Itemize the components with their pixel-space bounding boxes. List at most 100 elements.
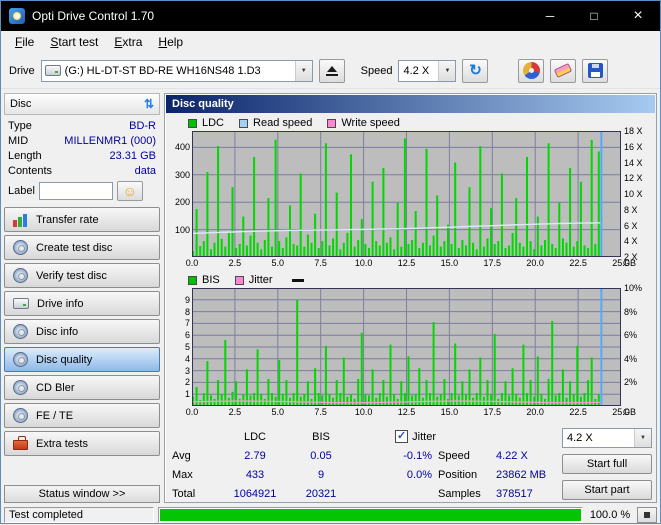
chart2-bar [490,394,493,406]
x-axis-tick: 17.5 [483,407,502,417]
save-button[interactable] [582,58,609,83]
chart1-svg [192,131,621,257]
status-window-button[interactable]: Status window >> [4,485,160,503]
chart2-bar [414,394,417,406]
disc-label-input[interactable] [38,182,113,200]
y-axis-tick: 1 [184,389,190,400]
chart1-bar [421,242,424,257]
chart2-bar [425,380,428,406]
start-part-button[interactable]: Start part [562,480,652,500]
toolbar: Drive (G:) HL-DT-ST BD-RE WH16NS48 1.D3 … [1,53,660,89]
maximize-button[interactable]: □ [572,1,616,31]
chart1-bar [536,216,539,257]
check-icon: ✓ [397,430,407,442]
refresh-icon: ↻ [469,62,482,79]
ldc-swatch [188,118,197,128]
chart2-bar [597,394,600,406]
close-button[interactable]: × [616,1,660,31]
max-bis-value: 9 [317,468,325,481]
chart1-bar [385,242,388,257]
speed-select[interactable]: 4.2 X ▼ [398,59,457,82]
erase-button[interactable] [550,58,577,83]
chart1-bar [274,139,277,257]
chart1-bar [371,181,374,257]
chart1-bar [231,187,234,257]
sidebar-button-disc-quality[interactable]: Disc quality [4,347,160,372]
sidebar-button-transfer-rate[interactable]: Transfer rate [4,207,160,232]
chart2-bar [558,393,561,406]
refresh-button[interactable]: ↻ [462,58,489,83]
sidebar-button-drive-info[interactable]: Drive info [4,291,160,316]
jitter-checkbox[interactable]: ✓ [395,430,409,443]
drive-select[interactable]: (G:) HL-DT-ST BD-RE WH16NS48 1.D3 ▼ [40,59,313,82]
disc-group-header: Disc ⇅ [4,93,160,115]
chart2-bar [339,393,342,406]
jitter-toggle[interactable]: ✓ Jitter [350,430,438,443]
minimize-button[interactable]: ─ [528,1,572,31]
chart2-bar [576,345,579,406]
chart1-bar [465,245,467,257]
sidebar-button-verify-test-disc[interactable]: Verify test disc [4,263,160,288]
bis-swatch [188,275,197,285]
chart1-bar [249,235,252,257]
chart2-bar [447,398,449,406]
avg-bis-value: 0.05 [310,449,332,462]
chart1-bar [235,248,238,257]
start-full-button[interactable]: Start full [562,454,652,474]
info-value: BD-R [129,120,156,132]
info-label: MID [8,135,29,147]
chart2-bar [224,339,227,406]
info-value-contents[interactable]: data [135,165,156,177]
chart2-plot [192,288,621,406]
sort-arrows-icon[interactable]: ⇅ [144,97,154,111]
eject-button[interactable] [318,58,345,83]
chart2-bar [220,394,223,406]
status-mini-button[interactable] [637,507,657,523]
chart1-bar [468,187,471,257]
chart2-bar [260,394,263,406]
sidebar-button-create-test-disc[interactable]: Create test disc [4,235,160,260]
max-jitter-value: 0.0% [406,468,432,481]
chart1-bar [256,242,259,257]
chart1-bar [457,248,460,257]
chart2-bar [493,334,496,406]
chart2-bar [407,356,410,406]
mini-window-icon [644,512,650,518]
chart2-y-axis-right: 10% 8% 6% 4% 2% [621,283,655,406]
jitter-line-sample [291,278,304,282]
chart1-bar [306,234,309,257]
chart1-bar [289,205,291,257]
y-axis-tick: 300 [174,169,190,180]
y-axis-tick: 6 [184,330,190,341]
menu-help[interactable]: Help [150,33,191,51]
menu-extra[interactable]: Extra [106,33,150,51]
disc-tools-button[interactable] [518,58,545,83]
x-axis-tick: 15.0 [440,258,459,268]
dropdown-arrow-icon[interactable]: ▼ [438,60,456,81]
quality-speed-select[interactable]: 4.2 X ▼ [562,428,652,448]
menu-file[interactable]: File [7,33,42,51]
dropdown-arrow-icon[interactable]: ▼ [634,429,651,447]
chart2-svg [192,288,621,406]
window-title: Opti Drive Control 1.70 [32,9,155,23]
chart2-bar [314,368,317,406]
menu-start-test[interactable]: Start test [42,33,106,51]
chart1-bar [260,249,263,257]
chart1-bar [508,245,511,257]
sidebar-button-label: CD Bler [36,381,75,394]
smiley-icon: ☺ [122,183,138,199]
sidebar-button-fe-te[interactable]: FE / TE [4,403,160,428]
chart1-bar [281,248,284,257]
sidebar-button-disc-info[interactable]: Disc info [4,319,160,344]
x-axis-tick: 5.0 [271,407,285,417]
label-edit-button[interactable]: ☺ [116,181,143,201]
chart2-bar [565,397,568,406]
speed-info-value: 4.22 X [496,449,528,462]
sidebar-button-extra-tests[interactable]: Extra tests [4,431,160,456]
chart1-bar [321,241,324,257]
avg-row-label: Avg [172,449,191,462]
y-axis-tick: 4 X [624,236,638,247]
y-axis-tick: 4 [184,353,190,364]
dropdown-arrow-icon[interactable]: ▼ [294,60,312,81]
sidebar-button-cd-bler[interactable]: CD Bler [4,375,160,400]
